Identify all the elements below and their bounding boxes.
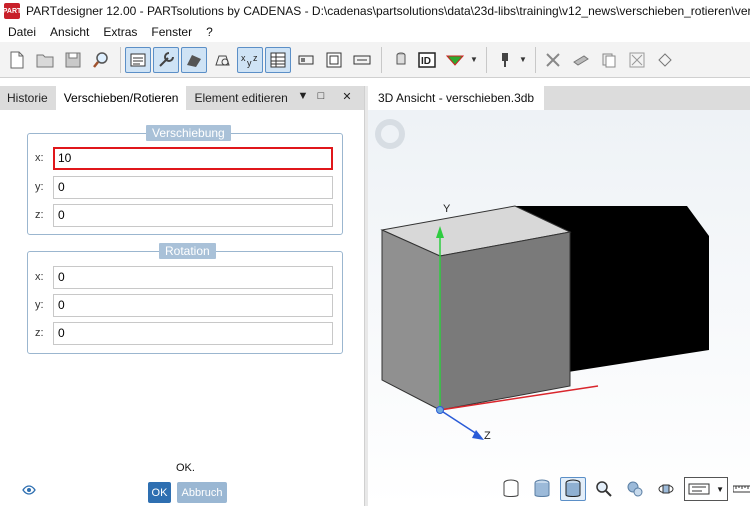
menu-help[interactable]: ? (199, 25, 220, 39)
search-magnifier-icon[interactable] (88, 47, 114, 73)
rotation-x-label: x: (35, 271, 44, 283)
xyz-variables-icon[interactable]: xyz (237, 46, 263, 73)
chevron-down-icon: ▼ (716, 484, 724, 494)
expand-icon[interactable] (624, 47, 650, 73)
view-dropdown[interactable]: ▼ (684, 477, 728, 501)
app-logo-icon: PART (3, 3, 21, 19)
save-icon[interactable] (60, 47, 86, 73)
sketch-frame-icon[interactable] (125, 46, 151, 73)
left-panel: Historie Verschieben/Rotieren Element ed… (0, 86, 364, 506)
svg-text:ID: ID (421, 56, 431, 67)
rotation-x-input[interactable]: 0 (53, 266, 333, 289)
eye-icon[interactable] (22, 484, 36, 498)
menu-ansicht[interactable]: Ansicht (43, 25, 96, 39)
svg-text:z: z (253, 53, 258, 63)
toolbar-separator (535, 46, 536, 73)
shape-icon[interactable] (209, 47, 235, 73)
view-tabbar: 3D Ansicht - verschieben.3db (368, 86, 750, 110)
plug-icon[interactable] (491, 47, 517, 73)
rotation-x-row: x: 0 (28, 266, 344, 290)
copy-icon[interactable] (596, 47, 622, 73)
ok-button[interactable]: OK (148, 482, 171, 503)
transform-icon[interactable] (652, 47, 678, 73)
title-bar: PART PARTdesigner 12.00 - PARTsolutions … (0, 0, 750, 22)
verschiebung-z-label: z: (35, 209, 44, 221)
tab-verschieben-rotieren[interactable]: Verschieben/Rotieren (55, 86, 187, 110)
close-icon[interactable]: ✕ (340, 90, 354, 103)
status-text: OK. (176, 462, 195, 474)
rotation-y-label: y: (35, 299, 44, 311)
svg-text:y: y (247, 58, 252, 68)
verschiebung-z-row: z: 0 (28, 204, 344, 228)
wrench-icon[interactable] (153, 46, 179, 73)
3d-viewport[interactable]: Y Z ▼ (368, 110, 750, 506)
tab-historie[interactable]: Historie (0, 86, 56, 110)
origin-point (436, 406, 444, 414)
spheres-icon[interactable] (622, 477, 648, 501)
clamp-icon[interactable] (568, 47, 594, 73)
viewport-toolbar: ▼ (498, 477, 750, 501)
toolbar-separator (381, 46, 382, 73)
id-icon[interactable]: ID (414, 47, 440, 73)
chevron-down-icon[interactable]: ▼ (296, 90, 310, 102)
verschiebung-y-row: y: 0 (28, 176, 344, 200)
rotation-y-row: y: 0 (28, 294, 344, 318)
y-axis-label: Y (443, 203, 451, 215)
menu-bar: Datei Ansicht Extras Fenster ? (0, 22, 750, 42)
triangle-icon[interactable] (442, 47, 468, 73)
verschiebung-y-label: y: (35, 181, 44, 193)
window-title: PARTdesigner 12.00 - PARTsolutions by CA… (26, 4, 750, 18)
rotation-z-label: z: (35, 327, 44, 339)
ruler-icon[interactable] (732, 477, 750, 501)
extrude-icon[interactable] (181, 46, 207, 73)
rotate-icon[interactable] (653, 477, 679, 501)
rotation-z-row: z: 0 (28, 322, 344, 346)
verschiebung-x-input[interactable]: 10 (53, 147, 333, 170)
solid-cylinder-icon[interactable] (560, 477, 586, 501)
zoom-icon[interactable] (591, 477, 617, 501)
menu-extras[interactable]: Extras (96, 25, 144, 39)
3d-scene[interactable] (368, 110, 750, 506)
layout-icon[interactable] (321, 47, 347, 73)
grid-icon[interactable] (293, 47, 319, 73)
view-cube-icon[interactable] (375, 119, 405, 149)
tab-element-editieren[interactable]: Element editieren (186, 86, 295, 110)
open-folder-icon[interactable] (32, 47, 58, 73)
verschiebung-x-label: x: (35, 152, 44, 164)
svg-text:x: x (241, 53, 246, 63)
table-icon[interactable] (265, 46, 291, 73)
chevron-down-icon[interactable]: ▼ (470, 55, 478, 64)
arrows-icon[interactable] (349, 47, 375, 73)
shaded-cylinder-icon[interactable] (529, 477, 555, 501)
verschiebung-z-input[interactable]: 0 (53, 204, 333, 227)
rotation-group: Rotation x: 0 y: 0 z: 0 (27, 243, 344, 354)
rotation-z-input[interactable]: 0 (53, 322, 333, 345)
z-axis-label: Z (484, 430, 491, 442)
verschiebung-title: Verschiebung (146, 125, 231, 141)
bottle-icon[interactable] (386, 47, 412, 73)
cancel-button[interactable]: Abbruch (177, 482, 227, 503)
cut-icon[interactable] (540, 47, 566, 73)
toolbar-separator (486, 46, 487, 73)
menu-datei[interactable]: Datei (0, 25, 43, 39)
rotation-title: Rotation (159, 243, 216, 259)
verschiebung-x-row: x: 10 (28, 147, 344, 171)
toolbar-separator (120, 46, 121, 73)
chevron-down-icon[interactable]: ▼ (519, 55, 527, 64)
pin-icon[interactable]: □ (314, 90, 328, 102)
wireframe-cylinder-icon[interactable] (498, 477, 524, 501)
new-document-icon[interactable] (4, 47, 30, 73)
menu-fenster[interactable]: Fenster (144, 25, 199, 39)
view-panel: 3D Ansicht - verschieben.3db Y Z ▼ (368, 86, 750, 506)
rotation-y-input[interactable]: 0 (53, 294, 333, 317)
tab-3d-ansicht[interactable]: 3D Ansicht - verschieben.3db (368, 86, 545, 110)
verschiebung-y-input[interactable]: 0 (53, 176, 333, 199)
verschiebung-group: Verschiebung x: 10 y: 0 z: 0 (27, 125, 344, 235)
original-box (380, 205, 572, 411)
left-panel-tabbar: Historie Verschieben/Rotieren Element ed… (0, 86, 364, 110)
view-dropdown-icon (688, 483, 710, 495)
main-toolbar: xyz ID ▼ ▼ (0, 42, 750, 78)
